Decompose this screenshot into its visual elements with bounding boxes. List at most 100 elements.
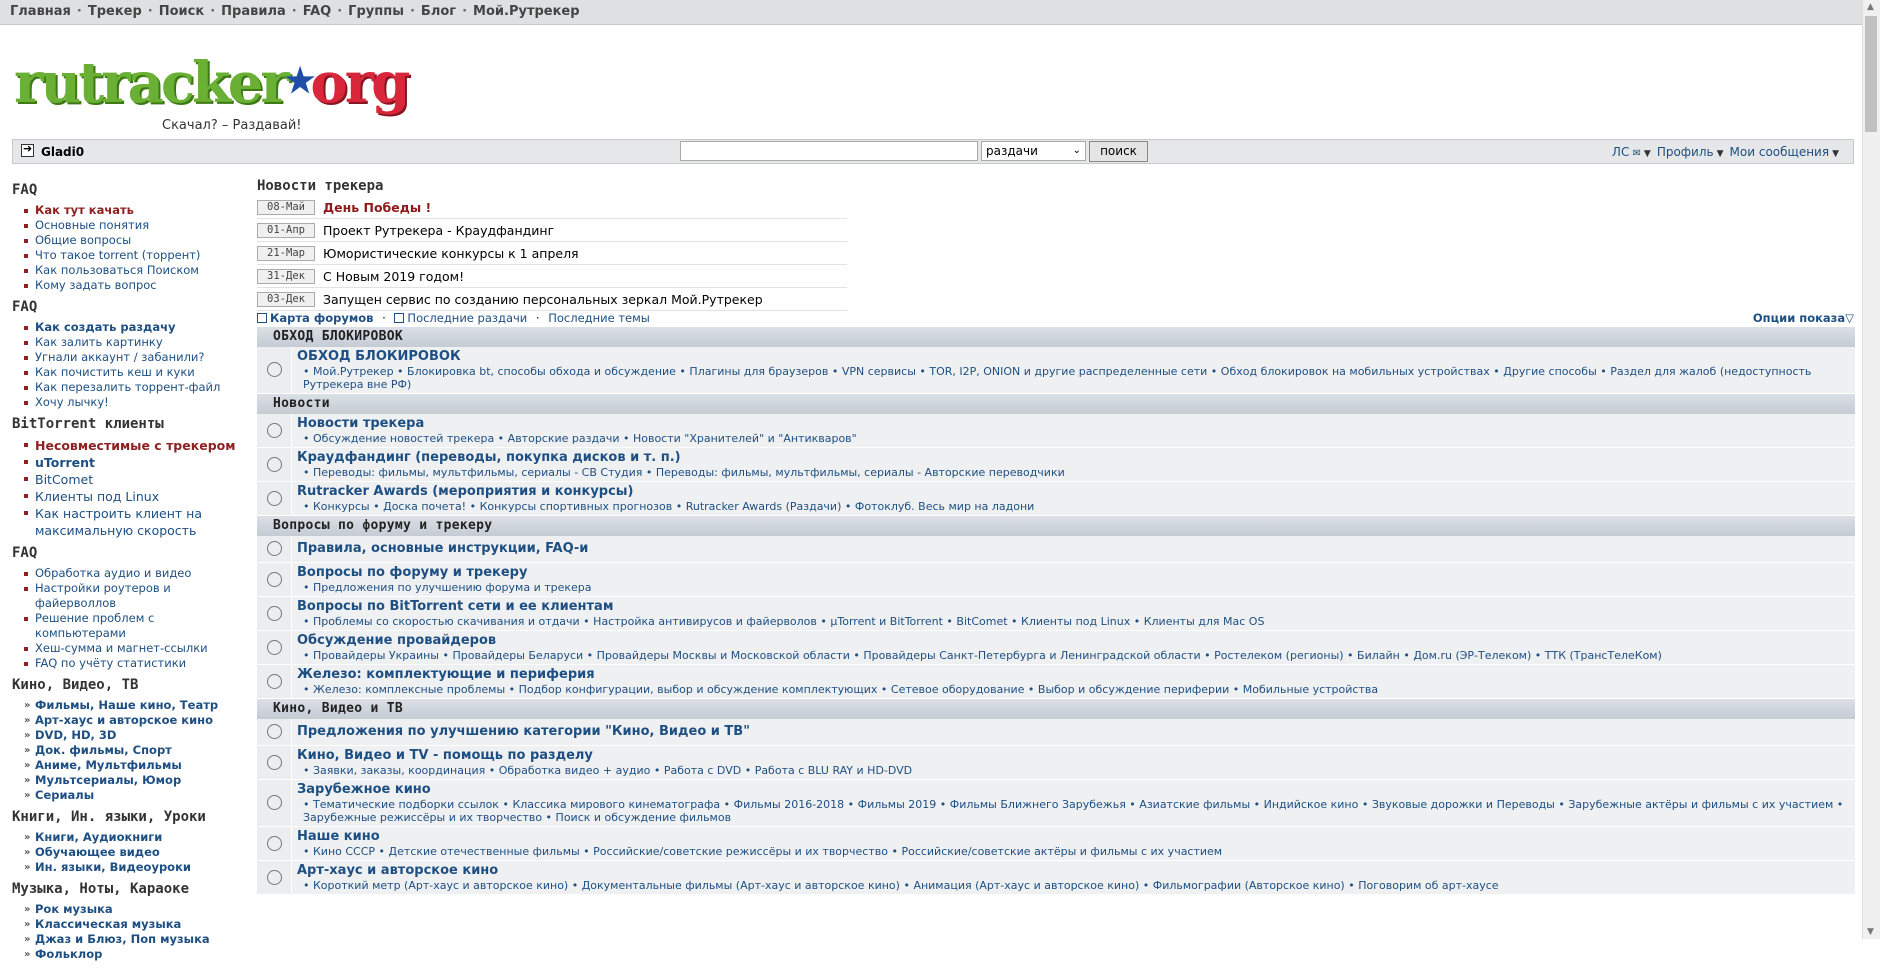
subforum-link[interactable]: Зарубежные режиссёры и их творчество [303, 811, 542, 824]
sidebar-link[interactable]: Книги, Аудиокниги [24, 830, 248, 845]
user-link[interactable]: Профиль [1657, 145, 1714, 159]
topnav-link[interactable]: Правила [221, 4, 286, 19]
scroll-up-icon[interactable]: ▲ [1867, 2, 1874, 12]
forum-title-link[interactable]: Rutracker Awards (мероприятия и конкурсы… [297, 484, 1855, 500]
forum-title-link[interactable]: Вопросы по форуму и трекеру [297, 565, 1855, 581]
subforum-link[interactable]: Кино СССР [313, 845, 375, 858]
topnav-link[interactable]: Главная [10, 4, 71, 19]
forum-title-link[interactable]: Кино, Видео и TV - помощь по разделу [297, 748, 1855, 764]
subforum-link[interactable]: Фотоклуб. Весь мир на ладони [855, 500, 1034, 513]
subforum-link[interactable]: Классика мирового кинематографа [512, 798, 720, 811]
search-input[interactable] [680, 141, 978, 161]
subforum-link[interactable]: Переводы: фильмы, мультфильмы, сериалы -… [656, 466, 1065, 479]
sidebar-link[interactable]: Джаз и Блюз, Поп музыка [24, 932, 248, 947]
scrollbar-thumb[interactable] [1865, 16, 1877, 132]
forum-title-link[interactable]: Новости трекера [297, 416, 1855, 432]
forum-title-link[interactable]: Наше кино [297, 829, 1855, 845]
subforum-link[interactable]: Переводы: фильмы, мультфильмы, сериалы -… [313, 466, 642, 479]
sidebar-link[interactable]: Как пользоваться Поиском [24, 263, 248, 278]
latest-topics-link[interactable]: Последние темы [548, 311, 650, 325]
sidebar-link[interactable]: BitComet [24, 471, 248, 488]
user-link[interactable]: ЛС [1612, 145, 1629, 159]
subforum-link[interactable]: Провайдеры Москвы и Московской области [597, 649, 850, 662]
forum-title-link[interactable]: Вопросы по BitTorrent сети и ее клиентам [297, 599, 1855, 615]
sidebar-link[interactable]: Настройки роутеров и файерволлов [24, 581, 248, 611]
subforum-link[interactable]: Работа с DVD [664, 764, 741, 777]
subforum-link[interactable]: Выбор и обсуждение периферии [1038, 683, 1229, 696]
sidebar-link[interactable]: Хочу лычку! [24, 395, 248, 410]
sidebar-link[interactable]: Решение проблем с компьютерами [24, 611, 248, 641]
topnav-link[interactable]: Мой.Рутрекер [473, 4, 580, 19]
subforum-link[interactable]: Сетевое оборудование [891, 683, 1025, 696]
chevron-down-icon[interactable]: ▼ [1644, 149, 1651, 159]
subforum-link[interactable]: VPN сервисы [842, 365, 916, 378]
category-header[interactable]: Кино, Видео и ТВ [257, 699, 1855, 719]
chevron-down-icon[interactable]: ▼ [1717, 149, 1724, 159]
search-button[interactable]: поиск [1089, 141, 1148, 162]
sidebar-link[interactable]: Кому задать вопрос [24, 278, 248, 293]
subforum-link[interactable]: Доска почета! [383, 500, 466, 513]
sidebar-link[interactable]: Обучающее видео [24, 845, 248, 860]
forum-title-link[interactable]: ОБХОД БЛОКИРОВОК [297, 349, 1855, 365]
username[interactable]: Gladi0 [41, 145, 84, 159]
sidebar-link[interactable]: Как создать раздачу [24, 320, 248, 335]
subforum-link[interactable]: ТТК (ТрансТелеКом) [1545, 649, 1662, 662]
subforum-link[interactable]: Конкурсы [313, 500, 370, 513]
category-header[interactable]: Вопросы по форуму и трекеру [257, 516, 1855, 536]
subforum-link[interactable]: BitComet [956, 615, 1007, 628]
news-link[interactable]: Юмористические конкурсы к 1 апреля [323, 246, 579, 261]
subforum-link[interactable]: Фильмографии (Авторское кино) [1153, 879, 1345, 892]
topnav-link[interactable]: Трекер [88, 4, 142, 19]
sidebar-link[interactable]: Как перезалить торрент-файл [24, 380, 248, 395]
subforum-link[interactable]: TOR, I2P, ONION и другие распределенные … [929, 365, 1207, 378]
sidebar-link[interactable]: Фольклор [24, 947, 248, 962]
sidebar-link[interactable]: Клиенты под Linux [24, 488, 248, 505]
subforum-link[interactable]: Анимация (Арт-хаус и авторское кино) [913, 879, 1139, 892]
subforum-link[interactable]: Индийское кино [1264, 798, 1359, 811]
sidebar-link[interactable]: FAQ по учёту статистики [24, 656, 248, 671]
subforum-link[interactable]: Другие способы [1503, 365, 1597, 378]
subforum-link[interactable]: Короткий метр (Арт-хаус и авторское кино… [313, 879, 568, 892]
sidebar-link[interactable]: DVD, HD, 3D [24, 728, 248, 743]
subforum-link[interactable]: Детские отечественные фильмы [389, 845, 580, 858]
subforum-link[interactable]: Проблемы со скоростью скачивания и отдач… [313, 615, 580, 628]
subforum-link[interactable]: Подбор конфигурации, выбор и обсуждение … [519, 683, 878, 696]
subforum-link[interactable]: Конкурсы спортивных прогнозов [480, 500, 673, 513]
forum-map-link[interactable]: Карта форумов [270, 311, 373, 325]
sidebar-link[interactable]: uTorrent [24, 454, 248, 471]
scroll-down-icon[interactable]: ▼ [1867, 927, 1874, 937]
sidebar-link[interactable]: Мультсериалы, Юмор [24, 773, 248, 788]
view-options-link[interactable]: Опции показа▽ [1753, 311, 1854, 325]
subforum-link[interactable]: Обработка видео + аудио [499, 764, 651, 777]
subforum-link[interactable]: Фильмы 2019 [858, 798, 937, 811]
subforum-link[interactable]: Зарубежные актёры и фильмы с их участием [1568, 798, 1833, 811]
subforum-link[interactable]: Новости "Хранителей" и "Антикваров" [633, 432, 857, 445]
subforum-link[interactable]: Дом.ru (ЭР-Телеком) [1413, 649, 1531, 662]
forum-title-link[interactable]: Зарубежное кино [297, 782, 1855, 798]
forum-title-link[interactable]: Арт-хаус и авторское кино [297, 863, 1855, 879]
latest-releases-link[interactable]: Последние раздачи [407, 311, 527, 325]
topnav-link[interactable]: Поиск [159, 4, 204, 19]
sidebar-link[interactable]: Как почистить кеш и куки [24, 365, 248, 380]
subforum-link[interactable]: Плагины для браузеров [689, 365, 828, 378]
subforum-link[interactable]: Настройка антивирусов и файерволов [593, 615, 817, 628]
subforum-link[interactable]: Российские/советские режиссёры и их твор… [593, 845, 888, 858]
search-scope-select[interactable]: раздачи ⌄ [981, 141, 1086, 161]
subforum-link[interactable]: Провайдеры Украины [313, 649, 439, 662]
subforum-link[interactable]: Документальные фильмы (Арт-хаус и авторс… [582, 879, 900, 892]
subforum-link[interactable]: Работа с BLU RAY и HD-DVD [755, 764, 912, 777]
topnav-link[interactable]: Блог [421, 4, 456, 19]
sidebar-link[interactable]: Рок музыка [24, 902, 248, 917]
sidebar-link[interactable]: Основные понятия [24, 218, 248, 233]
user-link[interactable]: Мои сообщения [1730, 145, 1830, 159]
news-link[interactable]: День Победы ! [323, 200, 431, 215]
subforum-link[interactable]: Авторские раздачи [508, 432, 620, 445]
sidebar-link[interactable]: Обработка аудио и видео [24, 566, 248, 581]
sidebar-link[interactable]: Сериалы [24, 788, 248, 803]
category-header[interactable]: ОБХОД БЛОКИРОВОК [257, 327, 1855, 347]
subforum-link[interactable]: Заявки, заказы, координация [313, 764, 485, 777]
subforum-link[interactable]: Блокировка bt, способы обхода и обсужден… [407, 365, 676, 378]
sidebar-link[interactable]: Несовместимые с трекером [24, 437, 248, 454]
subforum-link[interactable]: Российские/советские актёры и фильмы с и… [901, 845, 1222, 858]
news-link[interactable]: С Новым 2019 годом! [323, 269, 464, 284]
